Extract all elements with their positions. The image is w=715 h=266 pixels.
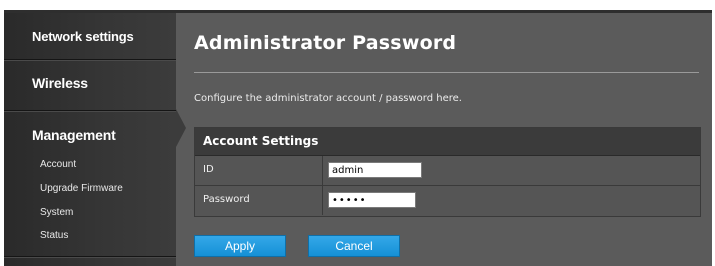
sidebar-item-label: Management bbox=[32, 127, 116, 143]
cell-divider bbox=[322, 156, 323, 185]
sidebar-item-label: Network settings bbox=[32, 29, 134, 44]
id-field[interactable] bbox=[328, 162, 422, 178]
password-field[interactable] bbox=[328, 192, 416, 208]
page-description: Configure the administrator account / pa… bbox=[194, 93, 462, 104]
sidebar-divider bbox=[4, 256, 176, 257]
password-label: Password bbox=[203, 194, 250, 205]
page-title: Administrator Password bbox=[194, 32, 457, 54]
sidebar-subitem-account[interactable]: Account bbox=[40, 159, 76, 170]
sidebar-item-wireless[interactable]: Wireless bbox=[4, 60, 176, 111]
sidebar-item-label: Wireless bbox=[32, 75, 88, 91]
account-settings-panel: Account Settings ID Password bbox=[194, 127, 701, 217]
panel-title: Account Settings bbox=[203, 134, 319, 148]
sidebar-item-network-settings[interactable]: Network settings bbox=[4, 13, 176, 60]
table-row: Password bbox=[195, 186, 700, 215]
cancel-button[interactable]: Cancel bbox=[308, 235, 400, 257]
id-label: ID bbox=[203, 164, 214, 175]
table-row: ID bbox=[195, 156, 700, 186]
main-content: Administrator Password Configure the adm… bbox=[176, 13, 712, 266]
apply-button[interactable]: Apply bbox=[194, 235, 286, 257]
title-divider bbox=[194, 72, 699, 73]
panel-header: Account Settings bbox=[195, 128, 700, 156]
router-admin-window: Network settings Wireless Management Acc… bbox=[4, 10, 712, 266]
sidebar-subitem-system[interactable]: System bbox=[40, 207, 73, 218]
sidebar-subitem-status[interactable]: Status bbox=[40, 230, 68, 241]
sidebar: Network settings Wireless Management Acc… bbox=[4, 13, 176, 266]
cell-divider bbox=[322, 186, 323, 215]
sidebar-subitem-upgrade-firmware[interactable]: Upgrade Firmware bbox=[40, 183, 123, 194]
sidebar-item-management[interactable]: Management bbox=[4, 111, 176, 159]
